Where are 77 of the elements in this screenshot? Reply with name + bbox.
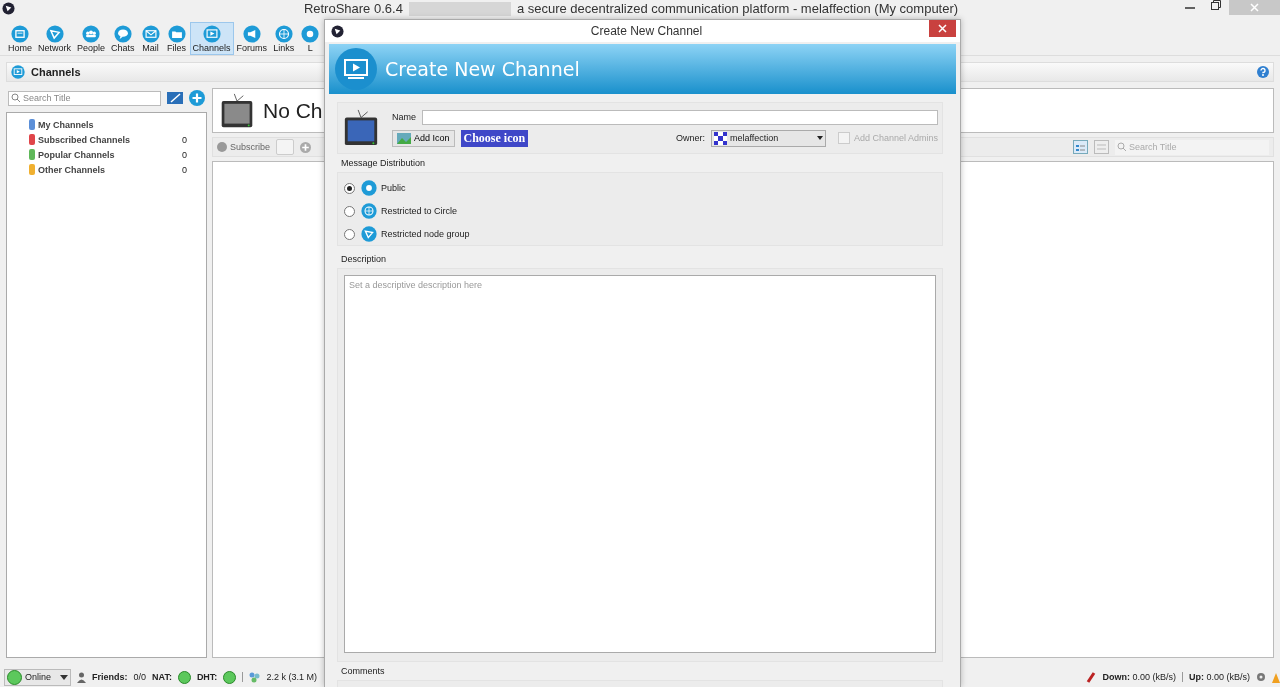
close-button[interactable] bbox=[929, 20, 956, 37]
up-rate: Up: 0.00 (kB/s) bbox=[1189, 672, 1250, 682]
search-field[interactable]: Search Title bbox=[8, 90, 161, 106]
search-icon bbox=[11, 93, 21, 103]
peers-count: 2.2 k (3.1 M) bbox=[266, 672, 317, 682]
option-label[interactable]: Restricted node group bbox=[381, 229, 470, 239]
toolbar-button[interactable]: Mail bbox=[137, 22, 164, 55]
megaphone-icon bbox=[241, 25, 262, 43]
section-title: Message Distribution bbox=[340, 158, 427, 168]
toolbar-button[interactable]: Files bbox=[163, 22, 190, 55]
close-icon bbox=[938, 24, 947, 33]
section-title: Description bbox=[340, 254, 388, 264]
globe-icon bbox=[361, 203, 377, 219]
item-count: 0 bbox=[182, 149, 188, 160]
screen-play-icon bbox=[335, 48, 377, 90]
tv-icon bbox=[342, 109, 380, 147]
dht-label: DHT: bbox=[196, 672, 218, 682]
tree-item[interactable]: My Channels bbox=[38, 119, 206, 130]
network-icon bbox=[44, 25, 65, 43]
caret-icon bbox=[60, 674, 68, 680]
toolbar-button[interactable]: Forums bbox=[233, 22, 271, 55]
window-title: a secure decentralized communication platform - melaffection (My computer) bbox=[516, 1, 959, 16]
toolbar-button[interactable]: Home bbox=[5, 22, 35, 55]
toolbar-button[interactable]: Network bbox=[35, 22, 75, 55]
radio-button[interactable] bbox=[344, 228, 355, 240]
radio-button[interactable] bbox=[344, 182, 355, 194]
item-count: 0 bbox=[182, 134, 188, 145]
network-icon bbox=[361, 226, 377, 242]
tv-icon bbox=[219, 92, 255, 129]
tree-item[interactable]: Other Channels bbox=[38, 164, 179, 175]
restore-icon[interactable] bbox=[1211, 0, 1221, 10]
help-icon[interactable] bbox=[1257, 66, 1269, 78]
toolbar-button[interactable]: Links bbox=[270, 22, 298, 55]
friends-count: 0/0 bbox=[133, 672, 147, 682]
down-rate: Down: 0.00 (kB/s) bbox=[1102, 672, 1176, 682]
peers-icon bbox=[249, 671, 261, 683]
tree-item[interactable]: Subscribed Channels bbox=[38, 134, 179, 145]
app-logo-icon bbox=[2, 2, 15, 15]
transfer-icon bbox=[1086, 671, 1097, 683]
banner-title: Create New Channel bbox=[385, 58, 580, 80]
dialog-title: Create New Channel bbox=[589, 24, 704, 38]
status-dot bbox=[223, 670, 237, 684]
section-title: Comments bbox=[340, 666, 386, 676]
round-icon bbox=[300, 25, 321, 43]
people-icon bbox=[81, 25, 102, 43]
name-field[interactable] bbox=[422, 109, 938, 125]
globe-icon bbox=[273, 25, 294, 43]
gear-icon bbox=[1256, 672, 1266, 682]
edit-icon[interactable] bbox=[167, 92, 183, 104]
nat-label: NAT: bbox=[152, 672, 172, 682]
chat-bubble-icon bbox=[112, 25, 133, 43]
tree-item[interactable]: Popular Channels bbox=[38, 149, 179, 160]
option-label[interactable]: Restricted to Circle bbox=[381, 206, 458, 216]
toolbar-button[interactable]: Chats bbox=[108, 22, 138, 55]
close-icon bbox=[1250, 3, 1259, 12]
page-title: Channels bbox=[31, 66, 81, 78]
screen-play-icon bbox=[201, 25, 222, 43]
field-label: Name bbox=[392, 112, 416, 122]
warning-icon bbox=[1272, 671, 1280, 683]
status-dropdown[interactable]: Online bbox=[4, 668, 71, 686]
app-logo-icon bbox=[331, 24, 344, 38]
channel-title: No Ch bbox=[263, 98, 323, 123]
person-icon bbox=[77, 671, 86, 683]
round-icon bbox=[361, 180, 377, 196]
toolbar-button[interactable]: Channels bbox=[189, 22, 234, 55]
mail-icon bbox=[140, 25, 161, 43]
window-title: RetroShare 0.6.4 bbox=[303, 1, 403, 16]
friends-label: Friends: bbox=[92, 672, 128, 682]
option-label[interactable]: Public bbox=[381, 183, 406, 193]
toolbar-button[interactable]: People bbox=[74, 22, 109, 55]
item-count: 0 bbox=[182, 164, 188, 175]
screen-play-icon bbox=[11, 65, 25, 79]
add-icon[interactable] bbox=[189, 90, 205, 106]
toolbar-button[interactable]: L bbox=[297, 22, 324, 55]
radio-button[interactable] bbox=[344, 205, 355, 217]
folder-icon bbox=[166, 25, 187, 43]
status-dot bbox=[177, 670, 191, 684]
